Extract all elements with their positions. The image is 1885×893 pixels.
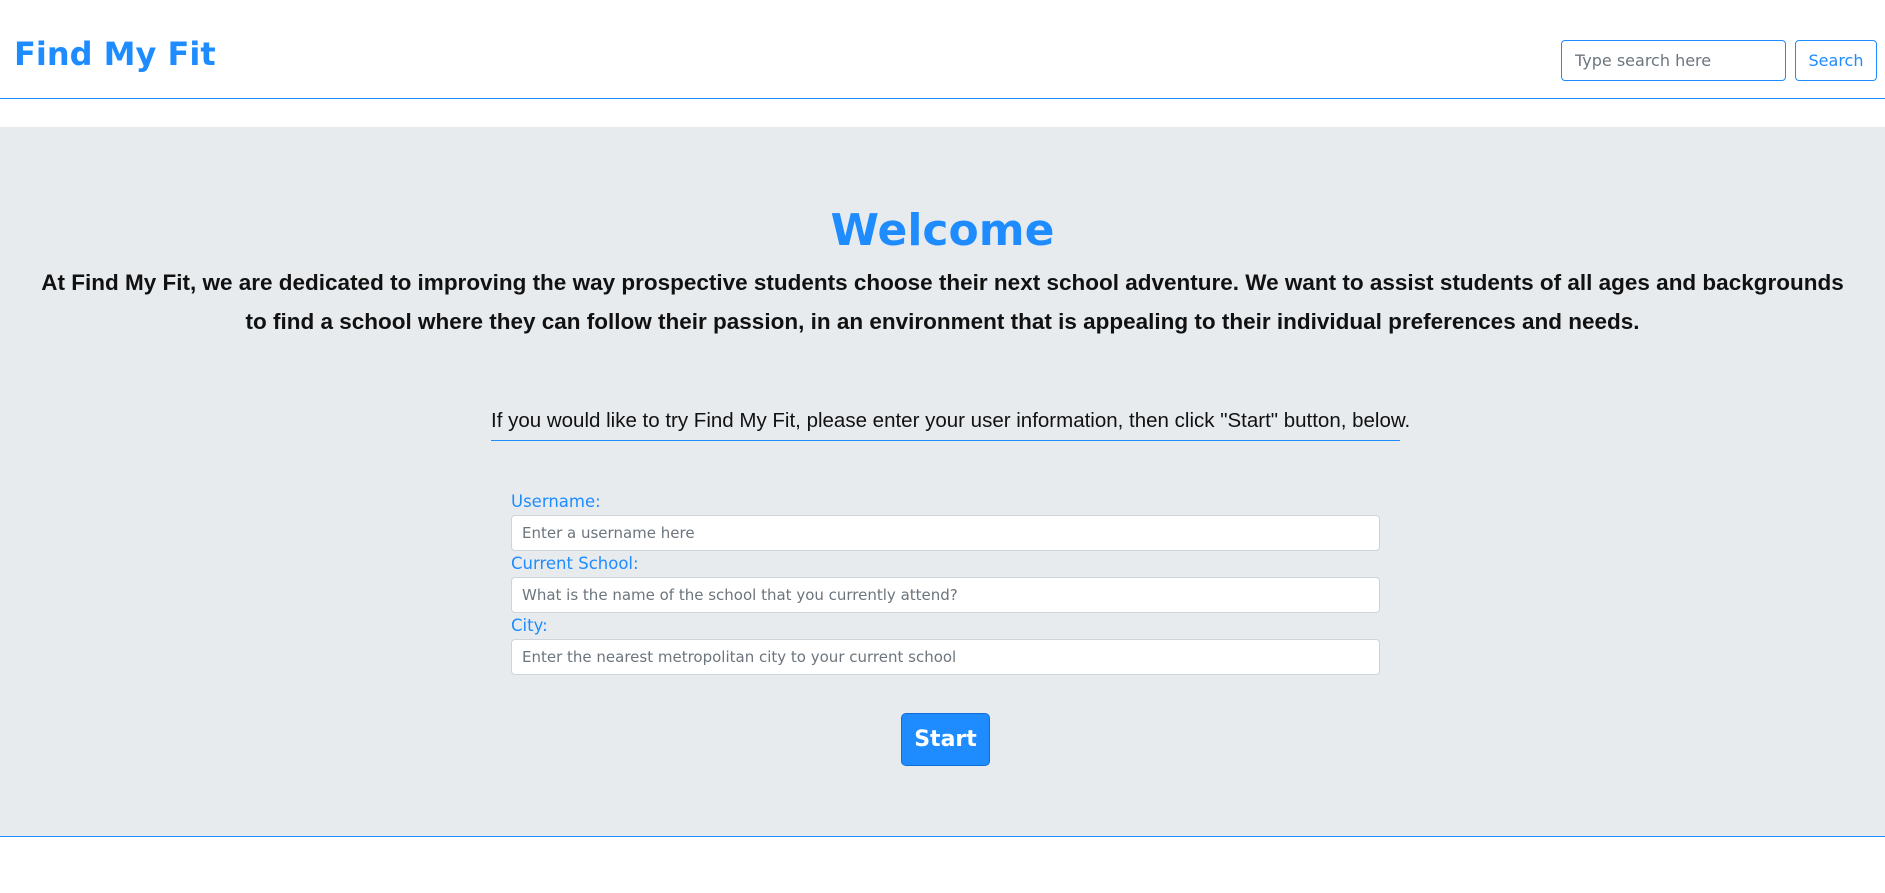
city-label: City: [511,616,548,635]
top-navbar: Find My Fit Search [0,0,1885,99]
current-school-field[interactable] [511,577,1380,613]
brand-logo[interactable]: Find My Fit [14,34,216,74]
username-field[interactable] [511,515,1380,551]
mission-statement: At Find My Fit, we are dedicated to impr… [41,270,1844,334]
user-info-form: Username: Current School: City: [511,489,1380,675]
page-title: Welcome [830,205,1055,256]
city-field[interactable] [511,639,1380,675]
username-label: Username: [511,492,601,511]
search-input[interactable] [1561,40,1786,81]
hero-section: Welcome At Find My Fit, we are dedicated… [0,127,1885,837]
current-school-label: Current School: [511,554,639,573]
start-button[interactable]: Start [901,713,990,766]
instructions-text: If you would like to try Find My Fit, pl… [491,406,1410,441]
search-button[interactable]: Search [1795,40,1877,81]
